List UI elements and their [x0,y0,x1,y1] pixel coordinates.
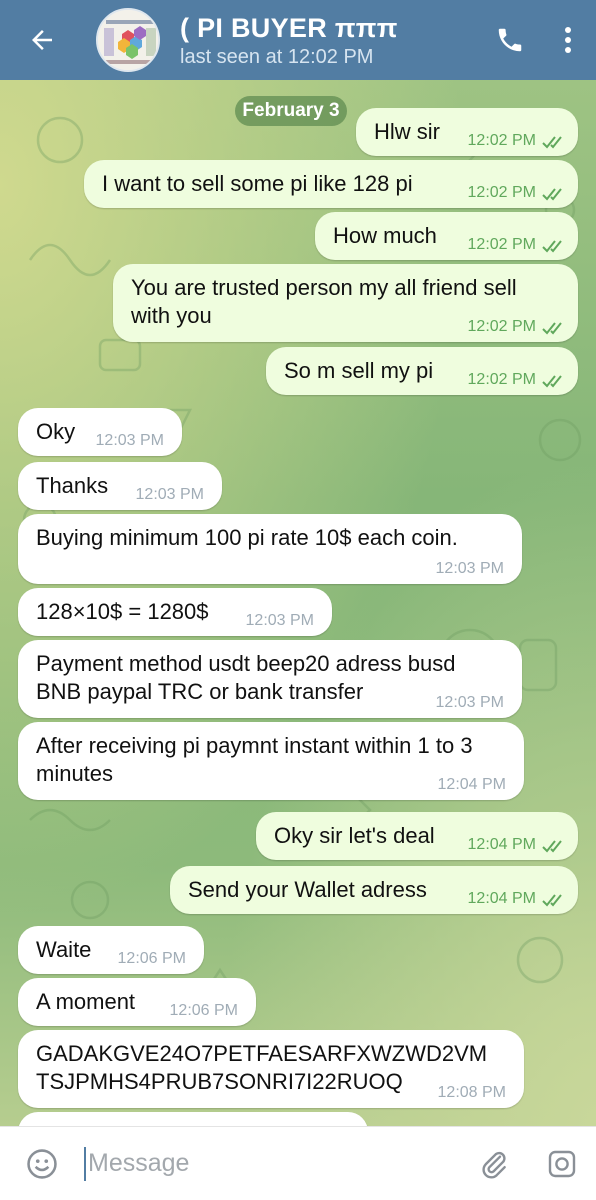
message-bubble[interactable]: I want to sell some pi like 128 pi 12:02… [84,160,578,208]
camera-button[interactable] [528,1127,596,1200]
more-menu-button[interactable] [540,0,596,80]
message-bubble[interactable]: Payment method usdt beep20 adress busd B… [18,640,522,718]
message-bubble[interactable]: A moment 12:06 PM [18,978,256,1026]
message-bubble[interactable]: Buying minimum 100 pi rate 10$ each coin… [18,514,522,584]
message-time: 12:03 PM [435,694,504,711]
double-check-icon [542,322,562,335]
message-bubble[interactable]: So m sell my pi 12:02 PM [266,347,578,395]
message-bubble[interactable]: Oky 12:03 PM [18,408,182,456]
chat-header: ( PI BUYER πππ last seen at 12:02 PM [0,0,596,80]
message-time: 12:06 PM [169,1002,238,1019]
message-input[interactable] [88,1149,448,1178]
message-bubble[interactable]: GADAKGVE24O7PETFAESARFXWZWD2VM TSJPMHS4P… [18,1030,524,1108]
message-bubble[interactable]: Thanks 12:03 PM [18,462,222,510]
more-vert-icon [565,27,571,53]
message-text: GADAKGVE24O7PETFAESARFXWZWD2VM TSJPMHS4P… [36,1041,488,1094]
message-text: Payment method usdt beep20 adress busd B… [36,651,456,704]
message-time: 12:02 PM [467,318,536,335]
emoji-button[interactable] [0,1127,84,1200]
message-input-area[interactable] [84,1127,460,1200]
double-check-icon [542,188,562,201]
paperclip-icon [482,1151,506,1179]
double-check-icon [542,240,562,253]
message-time: 12:02 PM [467,236,536,253]
message-bubble[interactable]: Waite 12:06 PM [18,926,204,974]
double-check-icon [542,894,562,907]
message-composer [0,1126,596,1200]
message-time: 12:04 PM [467,890,536,907]
camera-icon [548,1150,576,1177]
call-button[interactable] [480,0,540,80]
double-check-icon [542,375,562,388]
message-bubble[interactable]: How much 12:02 PM [315,212,578,260]
last-seen-status: last seen at 12:02 PM [180,45,374,68]
message-time: 12:03 PM [135,486,204,503]
message-time: 12:04 PM [467,836,536,853]
arrow-left-icon [32,30,52,50]
avatar[interactable] [96,8,160,72]
message-time: 12:08 PM [437,1084,506,1101]
message-bubble[interactable]: After receiving pi paymnt instant within… [18,722,524,800]
attach-button[interactable] [460,1127,528,1200]
message-time: 12:02 PM [467,371,536,388]
date-separator: February 3 [235,96,347,126]
message-time: 12:06 PM [117,950,186,967]
double-check-icon [542,136,562,149]
emoji-icon [27,1148,57,1179]
message-time: 12:04 PM [437,776,506,793]
message-time: 12:03 PM [95,432,164,449]
message-time: 12:03 PM [245,612,314,629]
message-bubble[interactable]: Hlw sir 12:02 PM [356,108,578,156]
chat-title[interactable]: ( PI BUYER πππ [180,12,480,44]
chat-history[interactable]: February 3 Hlw sir 12:02 PM I want to se… [0,80,596,1126]
double-check-icon [542,840,562,853]
message-time: 12:02 PM [467,132,536,149]
message-bubble[interactable]: 128×10$ = 1280$ 12:03 PM [18,588,332,636]
message-bubble[interactable]: You are trusted person my all friend sel… [113,264,578,342]
message-text: After receiving pi paymnt instant within… [36,733,473,786]
back-button[interactable] [0,0,84,80]
text-cursor [84,1146,86,1181]
message-bubble-partial[interactable] [18,1112,368,1126]
message-text: Buying minimum 100 pi rate 10$ each coin… [36,525,458,550]
message-time: 12:03 PM [435,560,504,577]
message-time: 12:02 PM [467,184,536,201]
phone-icon [498,28,522,52]
message-bubble[interactable]: Send your Wallet adress 12:04 PM [170,866,578,914]
message-bubble[interactable]: Oky sir let's deal 12:04 PM [256,812,578,860]
